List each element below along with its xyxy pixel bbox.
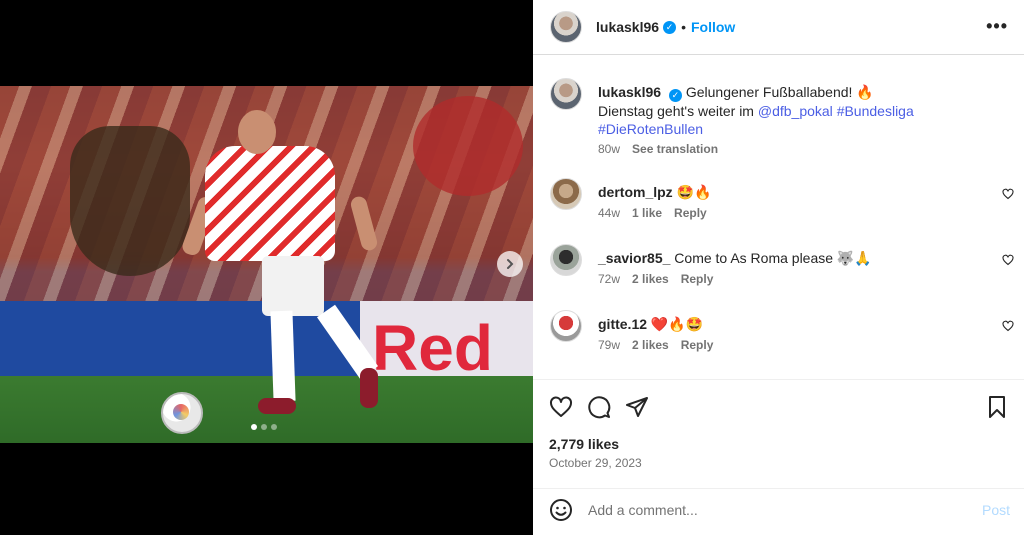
commenter-avatar[interactable] bbox=[550, 244, 582, 276]
author-username[interactable]: lukaskl96 bbox=[596, 19, 659, 35]
instagram-post-modal: Red lukaskl96 ✓ • Follow ••• lukaskl96 ✓… bbox=[0, 0, 1024, 535]
comment-likes[interactable]: 1 like bbox=[632, 206, 662, 220]
reply-button[interactable]: Reply bbox=[681, 272, 714, 286]
post-comment-button[interactable]: Post bbox=[982, 502, 1010, 518]
post-actions-section: 2,779 likes October 29, 2023 bbox=[533, 379, 1024, 489]
media-pane: Red bbox=[0, 0, 533, 535]
comment-age: 72w bbox=[598, 272, 621, 286]
carousel-indicator bbox=[251, 424, 277, 430]
emoji-icon[interactable] bbox=[549, 498, 573, 522]
post-date: October 29, 2023 bbox=[549, 456, 642, 470]
heart-icon[interactable] bbox=[1002, 254, 1014, 266]
carousel-dot bbox=[271, 424, 277, 430]
caption-text: lukaskl96 ✓ Gelungener Fußballabend! 🔥 D… bbox=[598, 83, 983, 138]
post-header: lukaskl96 ✓ • Follow ••• bbox=[533, 0, 1024, 55]
heart-icon[interactable] bbox=[1002, 188, 1014, 200]
comment-meta: 79w 2 likes Reply bbox=[598, 338, 713, 352]
header-separator: • bbox=[681, 19, 686, 35]
photo-crest bbox=[70, 126, 190, 276]
reply-button[interactable]: Reply bbox=[674, 206, 707, 220]
player-leg-left bbox=[270, 310, 296, 402]
comment-meta: 72w 2 likes Reply bbox=[598, 272, 713, 286]
comment-meta: 44w 1 like Reply bbox=[598, 206, 707, 220]
chevron-right-icon bbox=[507, 259, 514, 269]
player-boot-left bbox=[258, 398, 296, 414]
verified-icon: ✓ bbox=[663, 20, 677, 34]
carousel-dot bbox=[261, 424, 267, 430]
player-head bbox=[238, 110, 276, 154]
comment-username[interactable]: dertom_lpz bbox=[598, 184, 673, 200]
player-boot-right bbox=[360, 368, 378, 408]
hashtag-link[interactable]: #DieRotenBullen bbox=[598, 121, 703, 137]
reply-button[interactable]: Reply bbox=[681, 338, 714, 352]
photo-ad-text: Red bbox=[372, 312, 493, 384]
comment-age: 79w bbox=[598, 338, 621, 352]
heart-icon[interactable] bbox=[549, 395, 573, 419]
comment-age: 44w bbox=[598, 206, 621, 220]
more-icon[interactable]: ••• bbox=[986, 16, 1008, 37]
comment-body: 🤩🔥 bbox=[676, 184, 712, 200]
caption-line1: Gelungener Fußballabend! 🔥 bbox=[685, 84, 874, 100]
save-icon[interactable] bbox=[985, 395, 1009, 419]
follow-button[interactable]: Follow bbox=[691, 19, 735, 35]
hashtag-link[interactable]: #Bundesliga bbox=[837, 103, 914, 119]
comment-body: ❤️🔥🤩 bbox=[650, 316, 704, 332]
player-jersey bbox=[205, 146, 335, 261]
comment-likes[interactable]: 2 likes bbox=[632, 272, 669, 286]
carousel-dot bbox=[251, 424, 257, 430]
mention-link[interactable]: @dfb_pokal bbox=[758, 103, 833, 119]
comment-username[interactable]: gitte.12 bbox=[598, 316, 647, 332]
football bbox=[161, 392, 203, 434]
comment-text: _savior85_ Come to As Roma please 🐺🙏 bbox=[598, 249, 983, 267]
comment-username[interactable]: _savior85_ bbox=[598, 250, 670, 266]
comment-input[interactable] bbox=[588, 499, 958, 521]
comment-text: dertom_lpz 🤩🔥 bbox=[598, 183, 983, 201]
action-buttons bbox=[549, 395, 649, 419]
add-comment-bar: Post bbox=[533, 488, 1024, 535]
comment-body: Come to As Roma please 🐺🙏 bbox=[674, 250, 872, 266]
post-photo[interactable]: Red bbox=[0, 86, 533, 443]
caption-username[interactable]: lukaskl96 bbox=[598, 84, 661, 100]
carousel-next-button[interactable] bbox=[497, 251, 523, 277]
likes-count[interactable]: 2,779 likes bbox=[549, 436, 619, 452]
player-shorts bbox=[262, 256, 324, 316]
comments-list[interactable]: lukaskl96 ✓ Gelungener Fußballabend! 🔥 D… bbox=[533, 56, 1024, 379]
post-details-panel: lukaskl96 ✓ • Follow ••• lukaskl96 ✓ Gel… bbox=[533, 0, 1024, 535]
photo-banner bbox=[413, 96, 523, 196]
comment-likes[interactable]: 2 likes bbox=[632, 338, 669, 352]
heart-icon[interactable] bbox=[1002, 320, 1014, 332]
caption-meta: 80w See translation bbox=[598, 142, 718, 156]
comment-icon[interactable] bbox=[587, 395, 611, 419]
commenter-avatar[interactable] bbox=[550, 310, 582, 342]
see-translation-button[interactable]: See translation bbox=[632, 142, 718, 156]
commenter-avatar[interactable] bbox=[550, 178, 582, 210]
caption-age: 80w bbox=[598, 142, 621, 156]
author-avatar[interactable] bbox=[550, 78, 582, 110]
verified-icon: ✓ bbox=[668, 89, 682, 102]
comment-text: gitte.12 ❤️🔥🤩 bbox=[598, 315, 983, 333]
share-icon[interactable] bbox=[625, 395, 649, 419]
caption-line2: Dienstag geht's weiter im bbox=[598, 103, 758, 119]
author-avatar[interactable] bbox=[550, 11, 582, 43]
